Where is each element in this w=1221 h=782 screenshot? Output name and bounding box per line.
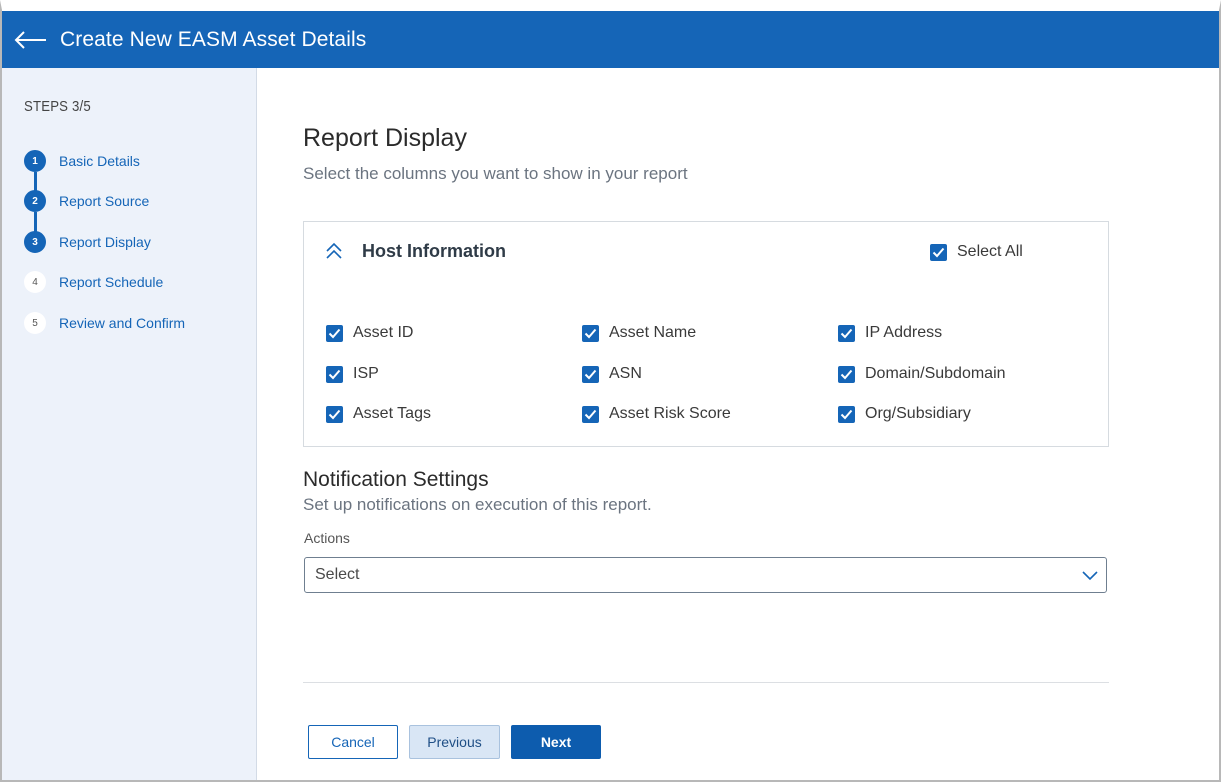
column-checkbox-ip-address[interactable]: IP Address xyxy=(838,324,942,342)
column-checkbox-asset-risk-score[interactable]: Asset Risk Score xyxy=(582,405,731,423)
step-number: 2 xyxy=(24,190,46,212)
steps-counter: STEPS 3/5 xyxy=(24,98,91,115)
step-basic-details[interactable]: 1 Basic Details xyxy=(24,150,140,172)
checkbox-checked-icon xyxy=(930,243,947,261)
host-information-card: Host Information Select All Asset ID Ass… xyxy=(303,221,1109,447)
section-title: Report Display xyxy=(303,124,467,152)
step-number: 4 xyxy=(24,271,46,293)
page-title: Create New EASM Asset Details xyxy=(60,27,367,51)
page-header: Create New EASM Asset Details xyxy=(2,11,1219,68)
column-checkbox-asset-tags[interactable]: Asset Tags xyxy=(326,405,431,423)
actions-select[interactable]: Select xyxy=(304,557,1107,593)
column-label: Asset Tags xyxy=(353,405,431,422)
column-checkbox-isp[interactable]: ISP xyxy=(326,365,379,383)
checkbox-checked-icon xyxy=(838,405,855,423)
step-label: Basic Details xyxy=(59,153,140,169)
step-number: 3 xyxy=(24,231,46,253)
column-label: Asset Risk Score xyxy=(609,405,731,422)
column-label: Domain/Subdomain xyxy=(865,365,1006,382)
column-checkbox-asn[interactable]: ASN xyxy=(582,365,642,383)
checkbox-checked-icon xyxy=(582,324,599,342)
step-report-source[interactable]: 2 Report Source xyxy=(24,190,149,212)
step-label: Report Schedule xyxy=(59,274,164,290)
back-button[interactable] xyxy=(14,28,48,52)
checkbox-checked-icon xyxy=(582,405,599,423)
step-label: Report Source xyxy=(59,193,150,209)
notification-settings-subtitle: Set up notifications on execution of thi… xyxy=(303,495,652,514)
step-report-display[interactable]: 3 Report Display xyxy=(24,231,151,253)
column-checkbox-asset-id[interactable]: Asset ID xyxy=(326,324,413,342)
step-number: 5 xyxy=(24,312,46,334)
select-all-label: Select All xyxy=(957,243,1023,260)
chevron-down-icon xyxy=(1082,571,1098,581)
notification-settings-title: Notification Settings xyxy=(303,468,489,491)
checkbox-checked-icon xyxy=(326,405,343,423)
checkbox-checked-icon xyxy=(326,365,343,383)
column-checkbox-domain-subdomain[interactable]: Domain/Subdomain xyxy=(838,365,1006,383)
steps-sidebar: STEPS 3/5 1 Basic Details 2 Report Sourc… xyxy=(2,68,257,780)
step-label: Report Display xyxy=(59,234,151,250)
step-report-schedule[interactable]: 4 Report Schedule xyxy=(24,271,163,293)
divider xyxy=(303,682,1109,683)
column-label: IP Address xyxy=(865,324,943,341)
step-label: Review and Confirm xyxy=(59,315,186,331)
cancel-button[interactable]: Cancel xyxy=(308,725,398,759)
step-review-and-confirm[interactable]: 5 Review and Confirm xyxy=(24,312,185,334)
step-number: 1 xyxy=(24,150,46,172)
main-content: Report Display Select the columns you wa… xyxy=(258,68,1219,780)
host-information-title: Host Information xyxy=(362,241,506,261)
checkbox-checked-icon xyxy=(838,324,855,342)
column-checkbox-asset-name[interactable]: Asset Name xyxy=(582,324,696,342)
next-button[interactable]: Next xyxy=(511,725,601,759)
arrow-left-icon xyxy=(14,30,46,49)
column-label: Org/Subsidiary xyxy=(865,405,971,422)
actions-select-value: Select xyxy=(315,566,360,583)
actions-label: Actions xyxy=(304,530,350,546)
chevron-double-up-icon[interactable] xyxy=(324,241,344,261)
previous-button[interactable]: Previous xyxy=(409,725,500,759)
checkbox-checked-icon xyxy=(582,365,599,383)
column-checkbox-org-subsidiary[interactable]: Org/Subsidiary xyxy=(838,405,971,423)
column-label: ISP xyxy=(353,365,379,382)
checkbox-checked-icon xyxy=(838,365,855,383)
checkbox-checked-icon xyxy=(326,324,343,342)
column-label: Asset ID xyxy=(353,324,414,341)
select-all-checkbox[interactable]: Select All xyxy=(930,243,1023,261)
column-label: ASN xyxy=(609,365,642,382)
column-label: Asset Name xyxy=(609,324,697,341)
section-subtitle: Select the columns you want to show in y… xyxy=(303,164,688,183)
